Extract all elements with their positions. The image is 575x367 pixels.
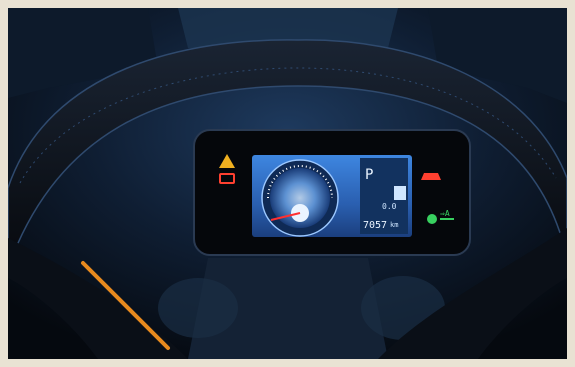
photo-frame: P 0.0 7057 km ⇒A xyxy=(8,8,567,359)
headlight-indicator-icon xyxy=(427,214,437,224)
odometer-unit: km xyxy=(390,221,399,229)
car-warning-icon xyxy=(421,173,441,180)
odometer-readout: 7057 xyxy=(363,220,388,231)
left-vent xyxy=(158,278,238,338)
fuel-gauge-block xyxy=(394,186,406,200)
right-indicator-label: ⇒A xyxy=(440,209,450,218)
gear-indicator: P xyxy=(365,167,374,183)
dashboard-scene xyxy=(8,8,567,359)
trip-readout: 0.0 xyxy=(382,202,397,211)
